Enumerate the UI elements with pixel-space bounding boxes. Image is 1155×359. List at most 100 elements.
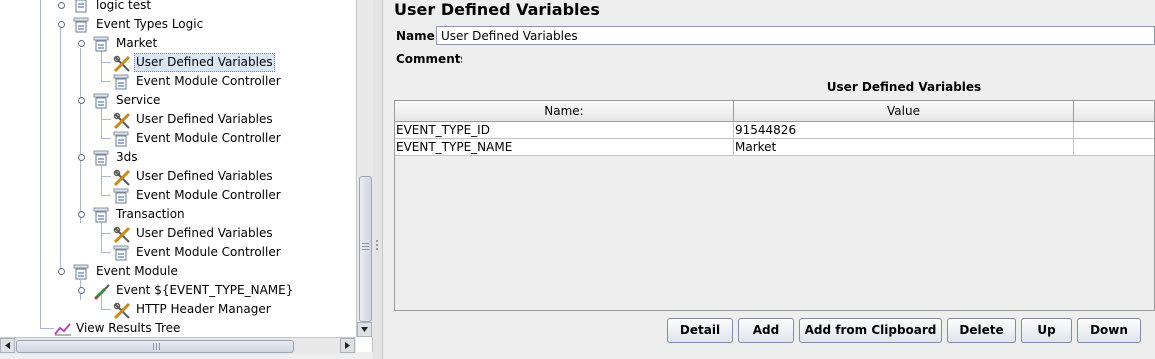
tree-item-market[interactable]: Market xyxy=(0,34,350,53)
tree-item-event-sampler[interactable]: Event ${EVENT_TYPE_NAME} xyxy=(0,281,350,300)
delete-button[interactable]: Delete xyxy=(947,318,1016,343)
tree-item-event-module[interactable]: Event Module xyxy=(0,262,350,281)
split-pane-divider[interactable] xyxy=(373,0,383,359)
expand-handle-icon[interactable] xyxy=(58,2,65,9)
tree-item-label: HTTP Header Manager xyxy=(136,302,271,316)
tree-vertical-scrollbar[interactable] xyxy=(356,0,373,337)
table-row[interactable]: EVENT_TYPE_ID 91544826 xyxy=(395,122,1154,139)
tree-item-user-defined-variables[interactable]: User Defined Variables xyxy=(0,224,350,244)
test-plan-tree[interactable]: logic test Event Types Logic Market User… xyxy=(0,0,373,352)
controller-icon xyxy=(113,74,129,90)
scroll-down-button[interactable] xyxy=(357,322,372,337)
name-label: Name: xyxy=(396,29,440,43)
variables-table[interactable]: Name: Value EVENT_TYPE_ID 91544826 EVENT… xyxy=(394,100,1155,311)
page-title: User Defined Variables xyxy=(394,0,600,19)
controller-icon xyxy=(73,17,89,33)
expand-handle-icon[interactable] xyxy=(78,40,85,47)
expand-handle-icon[interactable] xyxy=(78,97,85,104)
tree-item-label: Event Module Controller xyxy=(136,74,281,88)
config-wrench-icon xyxy=(113,226,131,244)
tree-item-user-defined-variables-selected[interactable]: User Defined Variables xyxy=(0,53,350,73)
controller-icon xyxy=(113,188,129,204)
tree-item-label: User Defined Variables xyxy=(134,53,275,72)
tree-item-label: Transaction xyxy=(116,207,185,221)
tree-item-label: Event Module xyxy=(96,264,178,278)
tree-item-label: Service xyxy=(116,93,161,107)
tree-item-label: Event Module Controller xyxy=(136,188,281,202)
comments-field[interactable] xyxy=(462,50,1155,70)
cell-description[interactable] xyxy=(1074,122,1154,138)
controller-icon xyxy=(93,93,109,109)
tree-item-event-module-controller[interactable]: Event Module Controller xyxy=(0,129,350,148)
config-wrench-icon xyxy=(113,55,131,73)
tree-item-label: Market xyxy=(116,36,158,50)
detail-button[interactable]: Detail xyxy=(667,318,733,343)
comments-label: Comments: xyxy=(396,52,473,66)
tree-item-event-module-controller[interactable]: Event Module Controller xyxy=(0,72,350,91)
name-field[interactable] xyxy=(436,26,1155,45)
expand-handle-icon[interactable] xyxy=(78,211,85,218)
cell-description[interactable] xyxy=(1074,139,1154,155)
tree-connector xyxy=(101,309,111,310)
tree-item-label: logic test xyxy=(96,0,152,12)
table-row[interactable]: EVENT_TYPE_NAME Market xyxy=(395,139,1154,156)
controller-icon xyxy=(93,150,109,166)
tree-item-service[interactable]: Service xyxy=(0,91,350,110)
tree-connector xyxy=(101,233,111,234)
tree-item-transaction[interactable]: Transaction xyxy=(0,205,350,224)
scrollbar-thumb[interactable] xyxy=(16,340,294,353)
tree-item-user-defined-variables[interactable]: User Defined Variables xyxy=(0,167,350,187)
scrollbar-thumb[interactable] xyxy=(359,176,372,322)
column-header-value[interactable]: Value xyxy=(734,101,1074,121)
arrow-left-icon xyxy=(5,342,10,349)
scroll-right-button[interactable] xyxy=(340,338,355,353)
expand-handle-icon[interactable] xyxy=(58,268,65,275)
config-wrench-icon xyxy=(113,112,131,130)
tree-item-view-results-tree[interactable]: View Results Tree xyxy=(0,319,350,338)
tree-connector xyxy=(101,138,111,139)
tree-item-label: Event ${EVENT_TYPE_NAME} xyxy=(116,283,294,297)
cell-value[interactable]: 91544826 xyxy=(734,122,1074,138)
cell-name[interactable]: EVENT_TYPE_ID xyxy=(395,122,734,138)
tree-item-user-defined-variables[interactable]: User Defined Variables xyxy=(0,110,350,130)
tree-item-http-header-manager[interactable]: HTTP Header Manager xyxy=(0,300,350,320)
expand-handle-icon[interactable] xyxy=(58,21,65,28)
tree-item-label: Event Module Controller xyxy=(136,245,281,259)
cell-value[interactable]: Market xyxy=(734,139,1074,155)
sampler-pipette-icon xyxy=(93,283,110,300)
tree-item-event-module-controller[interactable]: Event Module Controller xyxy=(0,243,350,262)
scroll-left-button[interactable] xyxy=(0,338,15,353)
tree-item-label: User Defined Variables xyxy=(136,169,273,183)
add-from-clipboard-button[interactable]: Add from Clipboard xyxy=(799,318,942,343)
tree-item-event-module-controller[interactable]: Event Module Controller xyxy=(0,186,350,205)
column-header-description[interactable] xyxy=(1074,101,1154,121)
tree-item-label: Event Types Logic xyxy=(96,17,204,31)
tree-item-event-types-logic[interactable]: Event Types Logic xyxy=(0,15,350,34)
tree-item-label: Event Module Controller xyxy=(136,131,281,145)
up-button[interactable]: Up xyxy=(1021,318,1072,343)
tree-connector xyxy=(101,195,111,196)
tree-item-3ds[interactable]: 3ds xyxy=(0,148,350,167)
tree-item-logic-test[interactable]: logic test xyxy=(0,0,350,15)
test-fragment-icon xyxy=(73,0,89,14)
table-header: Name: Value xyxy=(395,101,1154,122)
tree-connector xyxy=(101,119,111,120)
tree-item-label: 3ds xyxy=(116,150,138,164)
controller-icon xyxy=(73,264,89,280)
down-button[interactable]: Down xyxy=(1077,318,1141,343)
tree-connector xyxy=(101,81,111,82)
expand-handle-icon[interactable] xyxy=(78,287,85,294)
add-button[interactable]: Add xyxy=(738,318,794,343)
tree-connector xyxy=(101,176,111,177)
tree-item-label: User Defined Variables xyxy=(136,112,273,126)
column-header-name[interactable]: Name: xyxy=(395,101,734,121)
controller-icon xyxy=(93,207,109,223)
cell-name[interactable]: EVENT_TYPE_NAME xyxy=(395,139,734,155)
arrow-down-icon xyxy=(361,327,368,332)
expand-handle-icon[interactable] xyxy=(78,154,85,161)
tree-horizontal-scrollbar[interactable] xyxy=(0,337,356,354)
tree-item-label: View Results Tree xyxy=(76,321,181,335)
controller-icon xyxy=(93,36,109,52)
controller-icon xyxy=(113,131,129,147)
listener-chart-icon xyxy=(54,321,71,337)
